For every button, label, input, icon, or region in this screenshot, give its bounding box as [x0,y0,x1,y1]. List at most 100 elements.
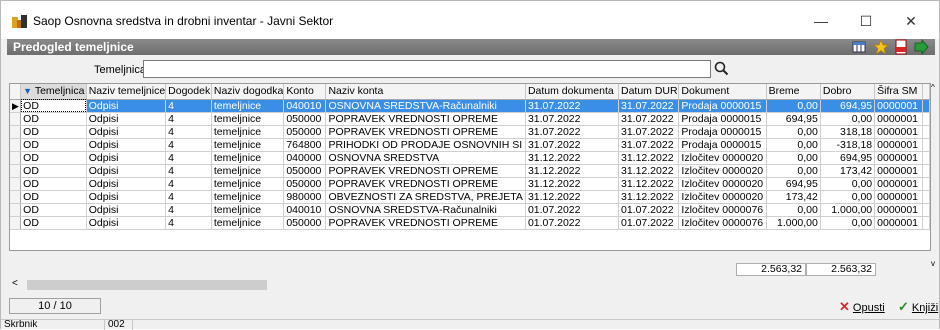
col-header-dokument[interactable]: Dokument [678,84,767,100]
cell-sifra-sm[interactable]: 0000001 [874,112,924,126]
cell-konto[interactable]: 050000 [283,164,327,178]
cell-konto[interactable]: 980000 [283,190,327,204]
table-row[interactable]: OD Odpisi 4 temeljnice 980000 OBVEZNOSTI ZA S… [10,190,930,204]
cell-naziv-konta[interactable]: OSNOVNA SREDSTVA-Računalniki [325,203,526,217]
table-row[interactable]: OD Odpisi 4 temeljnice 764800 PRIHODKI OD PRO… [10,138,930,152]
cell-konto[interactable]: 040010 [283,99,327,113]
cell-dokument[interactable]: Izločitev 0000020 [678,177,767,191]
cell-sifra-sm[interactable]: 0000001 [874,151,924,165]
cell-datum-dokumenta[interactable]: 31.07.2022 [525,112,619,126]
cell-sifra-sm[interactable]: 0000001 [874,164,924,178]
cell-dokument[interactable]: Izločitev 0000020 [678,164,767,178]
cell-naziv-dogodka[interactable]: temeljnice [211,216,285,230]
cell-naziv-temeljnice[interactable]: Odpisi [86,112,167,126]
cell-dobro[interactable]: 694,95 [820,151,876,165]
horizontal-scrollbar[interactable]: < [9,278,931,292]
table-row[interactable]: OD Odpisi 4 temeljnice 050000 POPRAVEK VREDNO… [10,125,930,139]
cell-datum-dur[interactable]: 31.07.2022 [618,99,680,113]
table-row[interactable]: OD Odpisi 4 temeljnice 050000 POPRAVEK VREDNO… [10,177,930,191]
cell-konto[interactable]: 040010 [283,203,327,217]
cell-breme[interactable]: 694,95 [766,177,821,191]
cell-dobro[interactable]: 0,00 [820,190,876,204]
cell-dokument[interactable]: Prodaja 0000015 [678,125,767,139]
col-header-breme[interactable]: Breme [766,84,821,100]
post-button[interactable]: ✓ Knjiži [898,298,938,316]
cell-konto[interactable]: 050000 [283,216,327,230]
cell-dokument[interactable]: Prodaja 0000015 [678,99,767,113]
cell-naziv-konta[interactable]: POPRAVEK VREDNOSTI OPREME [325,164,526,178]
cell-datum-dur[interactable]: 31.12.2022 [618,190,680,204]
cell-datum-dur[interactable]: 31.07.2022 [618,125,680,139]
cell-naziv-temeljnice[interactable]: Odpisi [86,151,167,165]
row-indicator[interactable] [10,177,22,191]
vertical-scrollbar[interactable]: ^ v [931,83,939,269]
cell-breme[interactable]: 0,00 [766,203,821,217]
cell-naziv-dogodka[interactable]: temeljnice [211,190,285,204]
cell-sifra-sm[interactable]: 0000001 [874,125,924,139]
scroll-up-icon[interactable]: ^ [931,83,935,92]
cell-naziv-dogodka[interactable]: temeljnice [211,164,285,178]
cell-breme[interactable]: 694,95 [766,112,821,126]
cell-datum-dokumenta[interactable]: 31.12.2022 [525,177,619,191]
cell-dokument[interactable]: Izločitev 0000020 [678,151,767,165]
row-indicator[interactable] [10,190,22,204]
cell-dogodek[interactable]: 4 [165,99,212,113]
cell-dokument[interactable]: Izločitev 0000076 [678,203,767,217]
export-icon[interactable] [913,39,929,55]
table-row[interactable]: OD Odpisi 4 temeljnice 040010 OSNOVNA SREDSTV… [10,203,930,217]
cancel-button[interactable]: ✕ Opusti [839,298,885,316]
cell-sifra-sm[interactable]: 0000001 [874,138,924,152]
cell-sifra-sm[interactable]: 0000001 [874,99,924,113]
scroll-down-icon[interactable]: v [931,259,935,268]
cell-breme[interactable]: 0,00 [766,138,821,152]
cell-naziv-temeljnice[interactable]: Odpisi [86,164,167,178]
cell-konto[interactable]: 050000 [283,177,327,191]
cell-naziv-dogodka[interactable]: temeljnice [211,112,285,126]
grid-body[interactable]: ▶ OD Odpisi 4 temeljnice 040010 OSNOVNA SREDST… [10,99,930,230]
col-header-datum-dur[interactable]: Datum DUR [618,84,680,100]
temeljnica-filter-input[interactable] [143,60,711,78]
col-header-dobro[interactable]: Dobro [820,84,876,100]
col-header-sifra-sm[interactable]: Šifra SM [874,84,924,100]
cell-naziv-konta[interactable]: POPRAVEK VREDNOSTI OPREME [325,125,526,139]
cell-naziv-temeljnice[interactable]: Odpisi [86,138,167,152]
cell-temeljnica[interactable]: OD [20,151,87,165]
cell-temeljnica[interactable]: OD [20,190,87,204]
cell-naziv-temeljnice[interactable]: Odpisi [86,190,167,204]
cell-datum-dur[interactable]: 31.07.2022 [618,138,680,152]
scroll-left-icon[interactable]: < [12,278,18,289]
search-icon[interactable] [711,60,733,78]
table-row[interactable]: ▶ OD Odpisi 4 temeljnice 040010 OSNOVNA SREDST… [10,99,930,113]
star-icon[interactable] [873,39,889,55]
cell-datum-dur[interactable]: 31.12.2022 [618,164,680,178]
cell-dobro[interactable]: 318,18 [820,125,876,139]
cell-dogodek[interactable]: 4 [165,177,212,191]
cell-breme[interactable]: 1.000,00 [766,216,821,230]
cell-konto[interactable]: 764800 [283,138,327,152]
cell-temeljnica[interactable]: OD [20,216,87,230]
cell-dobro[interactable]: 694,95 [820,99,876,113]
table-row[interactable]: OD Odpisi 4 temeljnice 050000 POPRAVEK VREDNO… [10,112,930,126]
minimize-button[interactable]: — [805,9,837,33]
cell-breme[interactable]: 173,42 [766,190,821,204]
cell-datum-dur[interactable]: 01.07.2022 [618,203,680,217]
cell-naziv-konta[interactable]: OBVEZNOSTI ZA SREDSTVA, PREJETA [325,190,526,204]
row-indicator[interactable]: ▶ [10,99,22,113]
row-indicator[interactable] [10,203,22,217]
cell-dokument[interactable]: Izločitev 0000020 [678,190,767,204]
cell-datum-dokumenta[interactable]: 01.07.2022 [525,216,619,230]
cell-naziv-konta[interactable]: POPRAVEK VREDNOSTI OPREME [325,216,526,230]
cell-datum-dokumenta[interactable]: 31.12.2022 [525,190,619,204]
cell-naziv-dogodka[interactable]: temeljnice [211,125,285,139]
cell-datum-dur[interactable]: 01.07.2022 [618,216,680,230]
cell-temeljnica[interactable]: OD [20,138,87,152]
cell-naziv-konta[interactable]: PRIHODKI OD PRODAJE OSNOVNIH SI [325,138,526,152]
cell-dogodek[interactable]: 4 [165,216,212,230]
table-row[interactable]: OD Odpisi 4 temeljnice 050000 POPRAVEK VREDNO… [10,216,930,230]
cell-sifra-sm[interactable]: 0000001 [874,190,924,204]
cell-datum-dokumenta[interactable]: 31.07.2022 [525,125,619,139]
col-header-dogodek[interactable]: Dogodek [165,84,212,100]
cell-dobro[interactable]: 173,42 [820,164,876,178]
cell-temeljnica[interactable]: OD [20,99,87,113]
pdf-icon[interactable] [893,39,909,55]
